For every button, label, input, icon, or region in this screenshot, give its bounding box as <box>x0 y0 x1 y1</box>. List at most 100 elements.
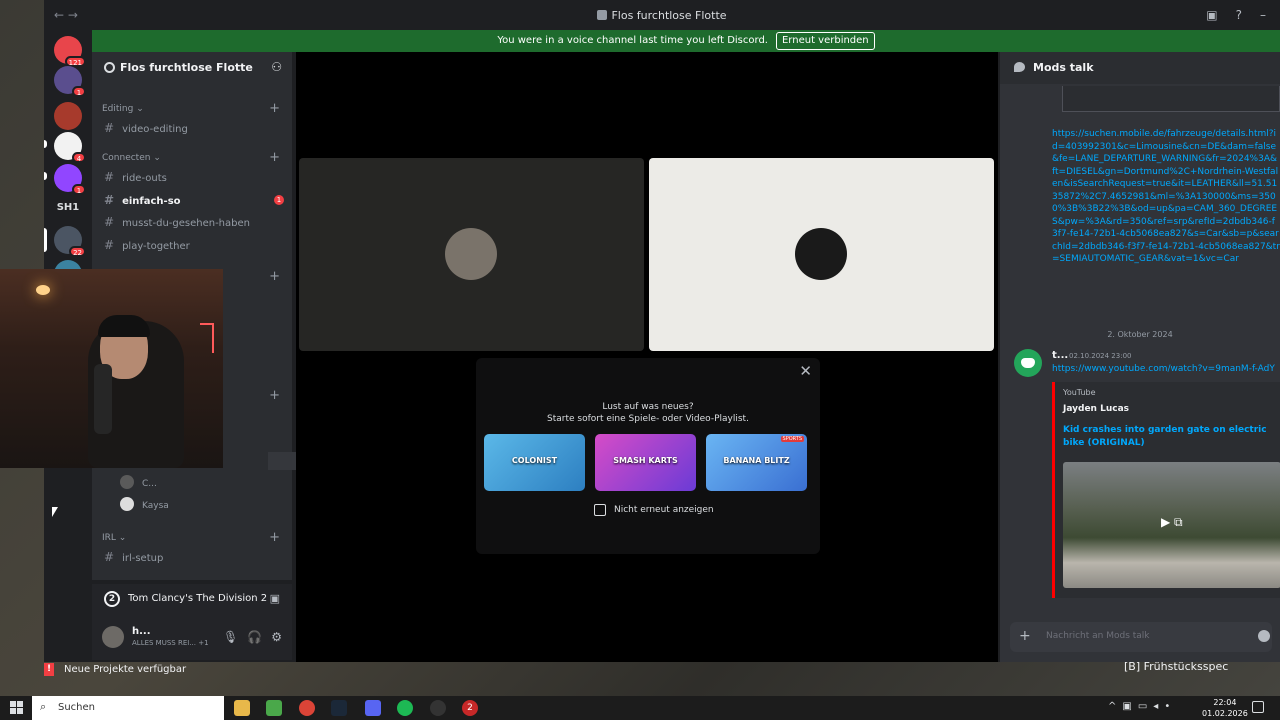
start-tile <box>17 708 23 714</box>
app-icon[interactable] <box>430 700 446 716</box>
message-author[interactable]: t... <box>1052 350 1068 361</box>
volume-icon[interactable]: ◂ <box>1153 701 1158 712</box>
add-channel-icon[interactable]: + <box>269 150 280 165</box>
chat-channel-name: Mods talk <box>1033 61 1094 74</box>
chevron-up-icon[interactable]: ^ <box>1108 701 1116 712</box>
game-card-label: COLONIST <box>511 456 558 465</box>
microphone-tray-icon[interactable]: • <box>1164 701 1170 712</box>
chrome-icon[interactable] <box>299 700 315 716</box>
author-avatar[interactable] <box>1014 349 1042 377</box>
guild-header[interactable]: Flos furchtlose Flotte ⚇ <box>92 52 292 84</box>
game-card-label: SMASH KARTS <box>613 456 678 465</box>
game-card-colonist[interactable]: COLONIST <box>484 434 585 491</box>
embed-title[interactable]: Kid crashes into garden gate on electric… <box>1063 424 1278 450</box>
channel-label: video-editing <box>122 124 188 135</box>
date-divider: 2. Oktober 2024 <box>1107 330 1173 339</box>
user-avatar[interactable] <box>102 626 124 648</box>
taskbar-clock[interactable]: 22:04 01.02.2026 <box>1202 697 1248 719</box>
screen-share-icon[interactable]: ▣ <box>270 592 280 605</box>
steam-icon[interactable] <box>331 700 347 716</box>
server-icon-active[interactable]: 22 <box>54 226 86 257</box>
message-link[interactable]: https://suchen.mobile.de/fahrzeuge/detai… <box>1052 128 1280 318</box>
add-channel-icon[interactable]: + <box>269 269 280 284</box>
channel-irl-setup[interactable]: # irl-setup <box>104 550 163 564</box>
add-channel-icon[interactable]: + <box>269 101 280 116</box>
help-icon[interactable]: ? <box>1236 8 1242 22</box>
add-attachment-icon[interactable]: + <box>1019 628 1031 644</box>
spotify-icon[interactable] <box>397 700 413 716</box>
stream-overlay-text: [B] Frühstücksspec <box>1124 660 1229 673</box>
unread-badge: 1 <box>274 195 284 205</box>
channel-label: ride-outs <box>122 173 167 184</box>
notification-center-icon[interactable] <box>1252 701 1264 713</box>
channel-ride-outs[interactable]: # ride-outs <box>104 170 167 184</box>
user-status-extra: +1 <box>198 639 209 647</box>
channel-label: einfach-so <box>122 196 181 207</box>
file-explorer-icon[interactable] <box>234 700 250 716</box>
inbox-icon[interactable]: ▣ <box>1206 8 1217 22</box>
game-card-smash-karts[interactable]: SMASH KARTS <box>595 434 696 491</box>
play-icon[interactable]: ▶ ⧉ <box>1161 515 1183 530</box>
participant-tile-2[interactable] <box>649 158 994 351</box>
channel-label: irl-setup <box>122 553 164 564</box>
windows-start-icon[interactable] <box>10 701 24 715</box>
close-icon[interactable]: ✕ <box>799 362 812 380</box>
server-icon-3[interactable]: 4 <box>54 132 86 163</box>
server-icon <box>597 10 608 20</box>
minimize-icon[interactable]: – <box>1260 8 1266 22</box>
popup-subheading: Starte sofort eine Spiele- oder Video-Pl… <box>547 414 749 424</box>
discord-taskbar-icon[interactable] <box>365 700 381 716</box>
reconnect-button[interactable]: Erneut verbinden <box>775 32 875 50</box>
app-icon[interactable] <box>266 700 282 716</box>
microphone-icon[interactable]: 🎙 <box>223 630 238 644</box>
add-channel-icon[interactable]: + <box>269 530 280 545</box>
participant-tile-1[interactable] <box>299 158 644 351</box>
invite-icon[interactable]: ⚇ <box>271 60 282 74</box>
category-irl[interactable]: IRL ⌄ <box>102 533 126 543</box>
checkbox-label: Nicht erneut anzeigen <box>614 505 714 515</box>
division-icon[interactable]: 2 <box>462 700 478 716</box>
game-card-banana[interactable]: SPORTS BANANA BLITZ <box>706 434 807 491</box>
user-name[interactable]: h... <box>132 626 151 637</box>
hash-icon: # <box>104 170 115 184</box>
channel-musst-du-gesehen-haben[interactable]: # musst-du-gesehen-haben <box>104 215 250 229</box>
title-bar: ← → Flos furchtlose Flotte ▣? – <box>44 0 1280 30</box>
hash-icon: # <box>104 193 115 207</box>
embed-provider: YouTube <box>1063 388 1096 397</box>
network-icon[interactable]: ▭ <box>1138 701 1147 712</box>
user-status-text: ALLES MUSS REI... <box>132 639 196 647</box>
project-notification[interactable]: ! Neue Projekte verfügbar <box>44 662 304 678</box>
voice-user[interactable]: Kaysa <box>120 497 169 511</box>
voice-reconnect-notice: You were in a voice channel last time yo… <box>92 30 1280 52</box>
category-editing[interactable]: Editing ⌄ <box>102 104 144 114</box>
embed-author[interactable]: Jayden Lucas <box>1063 404 1129 414</box>
server-icon-2[interactable] <box>54 102 82 130</box>
voice-user[interactable]: C... <box>120 475 157 489</box>
emoji-icon[interactable] <box>1258 630 1270 642</box>
game-activity-panel[interactable]: 2 Tom Clancy's The Division 2 ▣ <box>92 584 292 614</box>
add-channel-icon[interactable]: + <box>269 388 280 403</box>
channel-video-editing[interactable]: # video-editing <box>104 121 188 135</box>
server-icon-1[interactable]: 1 <box>54 66 86 97</box>
channel-einfach-so[interactable]: # einfach-so <box>104 193 181 207</box>
message-input[interactable]: + Nachricht an Mods talk <box>1010 622 1272 652</box>
start-tile <box>17 701 23 707</box>
headphones-icon[interactable]: 🎧 <box>247 630 262 644</box>
dont-show-again-checkbox[interactable] <box>594 504 606 516</box>
video-thumbnail[interactable]: ▶ ⧉ <box>1063 462 1280 588</box>
channel-label: musst-du-gesehen-haben <box>122 218 250 229</box>
channel-play-together[interactable]: # play-together <box>104 238 190 252</box>
windows-taskbar: ⌕ Suchen 2 ^ ▣ ▭ ◂ • 22:04 01.02.2026 <box>0 696 1280 720</box>
settings-gear-icon[interactable]: ⚙ <box>271 630 282 644</box>
hash-icon: # <box>104 550 115 564</box>
system-tray: ^ ▣ ▭ ◂ • <box>1108 701 1176 712</box>
search-icon: ⌕ <box>40 700 47 713</box>
webcam-overlay <box>0 269 223 468</box>
discord-home-icon[interactable]: 121 <box>54 36 86 67</box>
tray-icon[interactable]: ▣ <box>1122 701 1131 712</box>
taskbar-search[interactable]: ⌕ Suchen <box>32 696 224 720</box>
category-connecten[interactable]: Connecten ⌄ <box>102 153 161 163</box>
twitch-server-icon[interactable]: 1 <box>54 164 86 195</box>
server-text-icon[interactable]: SH1 <box>50 202 86 213</box>
youtube-link[interactable]: https://www.youtube.com/watch?v=9manM-f-… <box>1052 364 1275 374</box>
